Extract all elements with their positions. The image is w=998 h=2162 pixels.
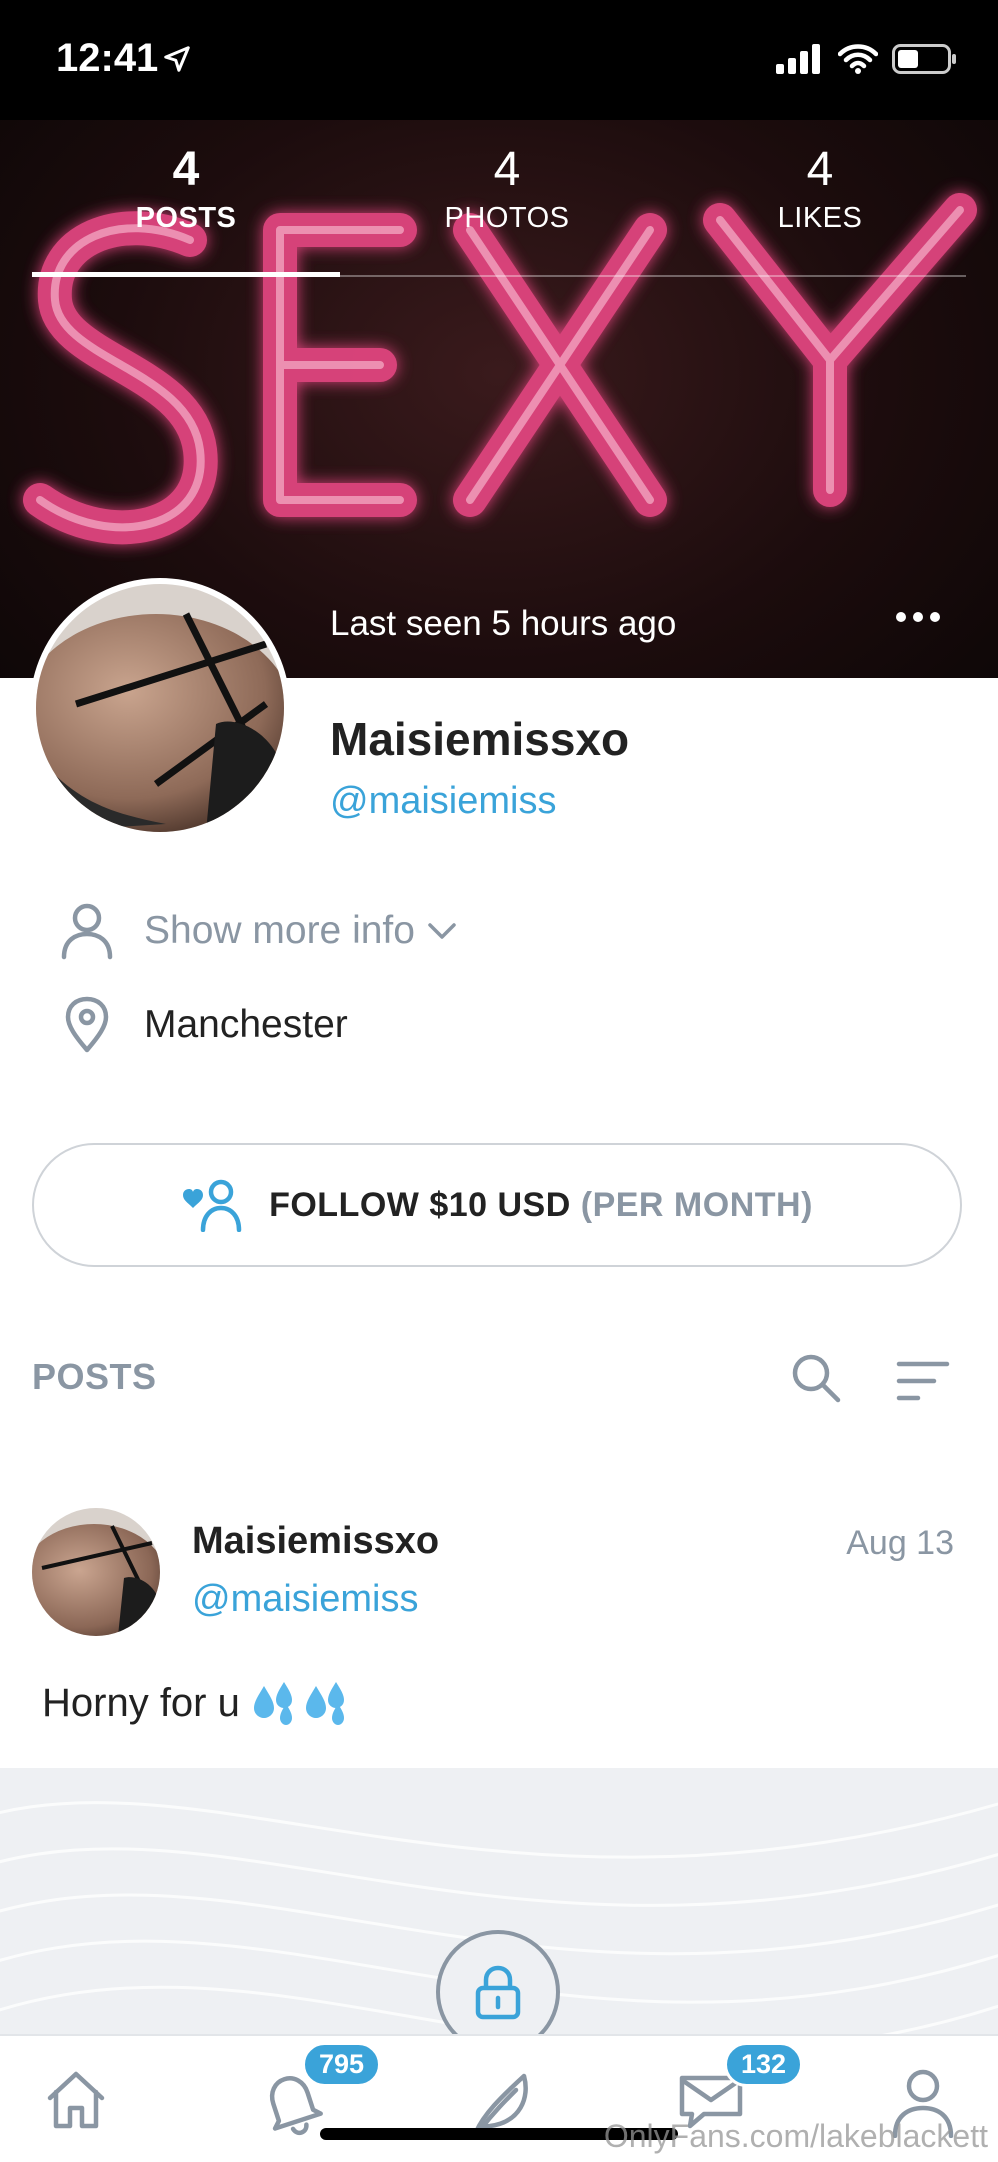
follow-label: FOLLOW $10 USD bbox=[269, 1185, 571, 1224]
lock-icon bbox=[475, 1965, 521, 2020]
post-author-name[interactable]: Maisiemissxo bbox=[192, 1520, 439, 1563]
sort-filter-icon[interactable] bbox=[896, 1360, 950, 1404]
post-avatar[interactable] bbox=[32, 1508, 160, 1636]
post-author-handle[interactable]: @maisiemiss bbox=[192, 1578, 418, 1621]
avatar-photo bbox=[36, 584, 284, 832]
tab-posts-count: 4 bbox=[172, 143, 200, 196]
nav-home[interactable] bbox=[44, 2068, 108, 2137]
location-row: Manchester bbox=[60, 996, 348, 1054]
show-more-info-label: Show more info bbox=[144, 909, 415, 952]
wifi-icon bbox=[838, 44, 878, 74]
post-date: Aug 13 bbox=[846, 1524, 954, 1562]
tab-likes[interactable]: 4 LIKES bbox=[700, 140, 940, 235]
messages-badge: 132 bbox=[724, 2042, 804, 2087]
tab-posts-label: POSTS bbox=[135, 202, 237, 234]
profile-name: Maisiemissxo bbox=[330, 713, 630, 765]
tab-posts[interactable]: 4 POSTS bbox=[66, 140, 306, 235]
follow-period: (PER MONTH) bbox=[580, 1185, 813, 1224]
posts-section-title: POSTS bbox=[32, 1356, 157, 1397]
chevron-down-icon bbox=[428, 923, 456, 939]
more-options-icon[interactable] bbox=[896, 612, 940, 622]
status-time: 12:41 bbox=[56, 36, 159, 80]
profile-tabs: 4 POSTS 4 PHOTOS 4 LIKES bbox=[0, 140, 998, 280]
status-bar: 12:41 bbox=[0, 0, 998, 120]
active-tab-indicator bbox=[32, 272, 340, 277]
tab-likes-label: LIKES bbox=[777, 202, 863, 234]
profile-avatar[interactable] bbox=[30, 578, 290, 838]
location-arrow-icon bbox=[164, 46, 190, 72]
location-text: Manchester bbox=[144, 1003, 348, 1046]
post-caption: Horny for u bbox=[42, 1680, 240, 1725]
post-avatar-photo bbox=[32, 1508, 160, 1636]
home-icon bbox=[47, 2071, 105, 2129]
nav-notifications[interactable]: 795 bbox=[256, 2042, 382, 2143]
profile-handle[interactable]: @maisiemiss bbox=[330, 780, 556, 823]
search-icon[interactable] bbox=[790, 1352, 842, 1404]
cellular-signal-icon bbox=[776, 44, 820, 74]
notifications-badge: 795 bbox=[302, 2042, 382, 2087]
battery-icon bbox=[892, 44, 956, 74]
post-text: Horny for u bbox=[42, 1678, 354, 1728]
last-seen-text: Last seen 5 hours ago bbox=[330, 604, 677, 643]
show-more-info-row[interactable]: Show more info bbox=[60, 902, 457, 960]
follow-user-icon bbox=[183, 1179, 242, 1232]
tab-photos-count: 4 bbox=[493, 143, 521, 196]
follow-subscribe-button[interactable]: FOLLOW $10 USD (PER MONTH) bbox=[32, 1143, 962, 1267]
sweat-droplets-emoji bbox=[253, 1682, 344, 1725]
watermark-text: OnlyFans.com/lakeblackett bbox=[603, 2118, 988, 2154]
person-icon bbox=[61, 903, 113, 960]
location-pin-icon bbox=[65, 996, 109, 1053]
tab-photos[interactable]: 4 PHOTOS bbox=[387, 140, 627, 235]
tab-likes-count: 4 bbox=[806, 143, 834, 196]
tab-photos-label: PHOTOS bbox=[444, 202, 570, 234]
